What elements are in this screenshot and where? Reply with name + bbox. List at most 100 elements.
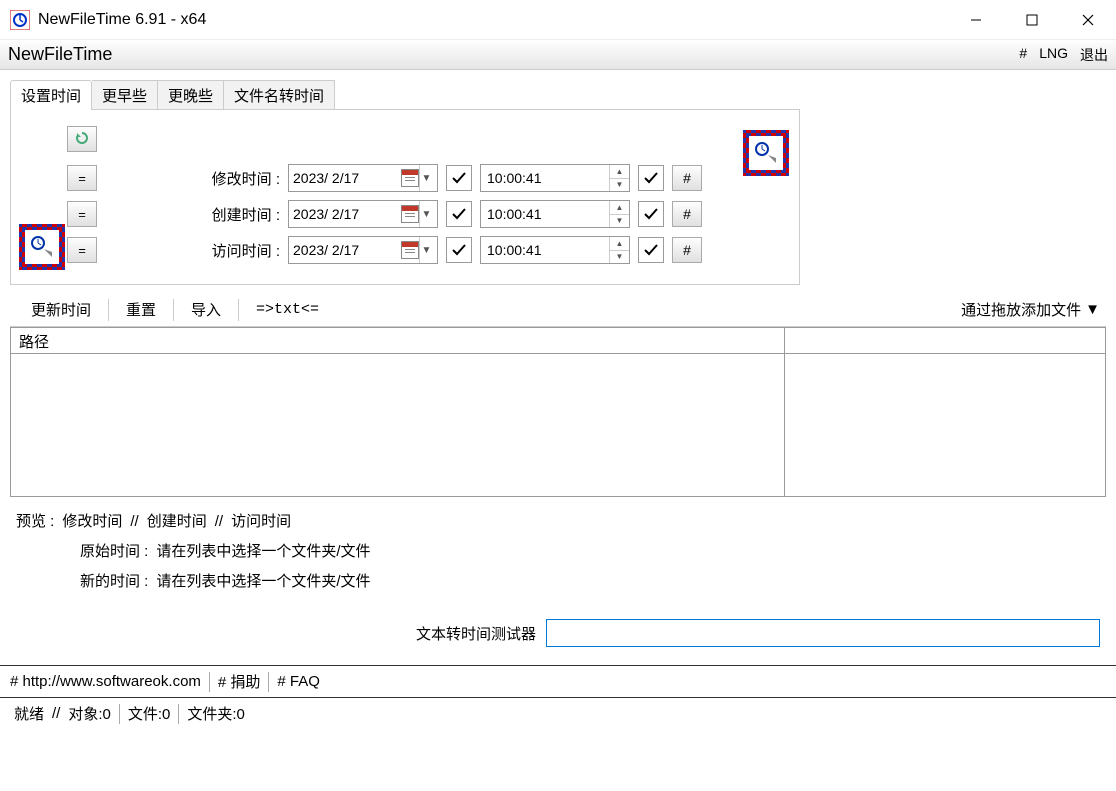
drag-drop-hint[interactable]: 通过拖放添加文件 ▼ xyxy=(961,299,1100,320)
window-title: NewFileTime 6.91 - x64 xyxy=(38,11,206,29)
dropdown-icon[interactable]: ▼ xyxy=(419,237,433,263)
create-date-value: 2023/ 2/17 xyxy=(293,206,401,222)
preview-modify: 修改时间 xyxy=(62,507,122,537)
tester-label: 文本转时间测试器 xyxy=(416,623,536,644)
tab-panel-set-time: = 修改时间 : 2023/ 2/17 ▼ 10:00:41 ▲▼ # = 创建… xyxy=(10,109,800,285)
reset-button[interactable]: 重置 xyxy=(111,294,171,325)
lng-menu[interactable]: LNG xyxy=(1039,45,1068,65)
file-list-col-extra xyxy=(785,328,1105,496)
create-hash-button[interactable]: # xyxy=(672,201,702,227)
website-link[interactable]: # http://www.softwareok.com xyxy=(10,673,201,690)
spinner-icon[interactable]: ▲▼ xyxy=(609,237,629,263)
minimize-button[interactable] xyxy=(948,0,1004,40)
column-header-empty[interactable] xyxy=(785,328,1105,354)
hash-menu[interactable]: # xyxy=(1019,45,1027,65)
original-time-label: 原始时间 : xyxy=(80,537,148,567)
modify-equal-button[interactable]: = xyxy=(67,165,97,191)
window-controls xyxy=(948,0,1116,40)
calendar-icon xyxy=(401,241,419,259)
donate-link[interactable]: # 捐助 xyxy=(218,671,261,692)
tab-later[interactable]: 更晚些 xyxy=(158,80,224,110)
create-label: 创建时间 : xyxy=(105,204,280,225)
dropdown-icon[interactable]: ▼ xyxy=(419,201,433,227)
modify-time-input[interactable]: 10:00:41 ▲▼ xyxy=(480,164,630,192)
tester-input[interactable] xyxy=(546,619,1100,647)
modify-time-value: 10:00:41 xyxy=(481,170,609,186)
exit-menu[interactable]: 退出 xyxy=(1080,45,1108,65)
create-equal-button[interactable]: = xyxy=(67,201,97,227)
refresh-icon xyxy=(74,130,90,149)
access-time-checkbox[interactable] xyxy=(638,237,664,263)
column-header-path[interactable]: 路径 xyxy=(11,328,784,354)
modify-time-row: = 修改时间 : 2023/ 2/17 ▼ 10:00:41 ▲▼ # xyxy=(21,160,789,196)
separator xyxy=(119,704,120,724)
drag-drop-hint-label: 通过拖放添加文件 xyxy=(961,299,1081,320)
faq-link[interactable]: # FAQ xyxy=(277,673,320,690)
access-date-input[interactable]: 2023/ 2/17 ▼ xyxy=(288,236,438,264)
tab-earlier[interactable]: 更早些 xyxy=(92,80,158,110)
file-list[interactable]: 路径 xyxy=(10,327,1106,497)
status-bar: 就绪 // 对象:0 文件:0 文件夹:0 xyxy=(0,697,1116,729)
create-time-input[interactable]: 10:00:41 ▲▼ xyxy=(480,200,630,228)
status-files: 文件:0 xyxy=(128,703,171,724)
access-time-input[interactable]: 10:00:41 ▲▼ xyxy=(480,236,630,264)
access-equal-button[interactable]: = xyxy=(67,237,97,263)
original-time-value: 请在列表中选择一个文件夹/文件 xyxy=(156,537,370,567)
dropdown-icon[interactable]: ▼ xyxy=(419,165,433,191)
refresh-button[interactable] xyxy=(67,126,97,152)
link-bar: # http://www.softwareok.com # 捐助 # FAQ xyxy=(0,665,1116,697)
tab-filename-to-time[interactable]: 文件名转时间 xyxy=(224,80,335,110)
close-button[interactable] xyxy=(1060,0,1116,40)
spinner-icon[interactable]: ▲▼ xyxy=(609,165,629,191)
calendar-icon xyxy=(401,205,419,223)
app-icon xyxy=(10,10,30,30)
options-icon-button[interactable] xyxy=(19,224,65,270)
preview-sep: // xyxy=(215,507,223,537)
status-ready: 就绪 xyxy=(14,703,44,724)
modify-time-checkbox[interactable] xyxy=(638,165,664,191)
spinner-icon[interactable]: ▲▼ xyxy=(609,201,629,227)
modify-date-checkbox[interactable] xyxy=(446,165,472,191)
tabs: 设置时间 更早些 更晚些 文件名转时间 xyxy=(10,80,1106,110)
modify-date-value: 2023/ 2/17 xyxy=(293,170,401,186)
access-date-checkbox[interactable] xyxy=(446,237,472,263)
create-time-value: 10:00:41 xyxy=(481,206,609,222)
import-button[interactable]: 导入 xyxy=(176,294,236,325)
apply-icon-button[interactable] xyxy=(743,130,789,176)
titlebar: NewFileTime 6.91 - x64 xyxy=(0,0,1116,40)
separator xyxy=(108,299,109,321)
create-time-checkbox[interactable] xyxy=(638,201,664,227)
create-date-checkbox[interactable] xyxy=(446,201,472,227)
separator xyxy=(268,672,269,692)
chevron-down-icon: ▼ xyxy=(1085,301,1100,318)
access-time-row: = 访问时间 : 2023/ 2/17 ▼ 10:00:41 ▲▼ # xyxy=(21,232,789,268)
app-name-label: NewFileTime xyxy=(8,44,112,65)
status-folders: 文件夹:0 xyxy=(187,703,245,724)
text-to-time-tester: 文本转时间测试器 xyxy=(10,611,1106,665)
separator xyxy=(173,299,174,321)
access-date-value: 2023/ 2/17 xyxy=(293,242,401,258)
status-sep: // xyxy=(52,705,60,722)
update-time-button[interactable]: 更新时间 xyxy=(16,294,106,325)
access-time-value: 10:00:41 xyxy=(481,242,609,258)
preview-label: 预览 : xyxy=(16,507,54,537)
access-hash-button[interactable]: # xyxy=(672,237,702,263)
new-time-value: 请在列表中选择一个文件夹/文件 xyxy=(156,567,370,597)
modify-hash-button[interactable]: # xyxy=(672,165,702,191)
separator xyxy=(238,299,239,321)
menubar: NewFileTime # LNG 退出 xyxy=(0,40,1116,70)
file-toolbar: 更新时间 重置 导入 =>txt<= 通过拖放添加文件 ▼ xyxy=(10,293,1106,327)
modify-label: 修改时间 : xyxy=(105,168,280,189)
calendar-icon xyxy=(401,169,419,187)
preview-access: 访问时间 xyxy=(231,507,291,537)
preview-sep: // xyxy=(130,507,138,537)
export-txt-button[interactable]: =>txt<= xyxy=(241,296,334,323)
separator xyxy=(178,704,179,724)
preview-create: 创建时间 xyxy=(147,507,207,537)
maximize-button[interactable] xyxy=(1004,0,1060,40)
tab-set-time[interactable]: 设置时间 xyxy=(10,80,92,110)
create-time-row: = 创建时间 : 2023/ 2/17 ▼ 10:00:41 ▲▼ # xyxy=(21,196,789,232)
create-date-input[interactable]: 2023/ 2/17 ▼ xyxy=(288,200,438,228)
separator xyxy=(209,672,210,692)
modify-date-input[interactable]: 2023/ 2/17 ▼ xyxy=(288,164,438,192)
